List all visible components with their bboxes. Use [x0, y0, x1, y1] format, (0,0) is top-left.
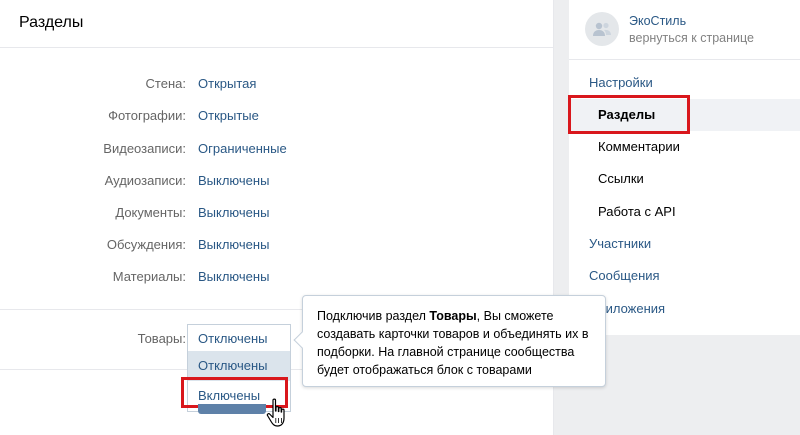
setting-value-photos[interactable]: Открытые — [198, 108, 259, 123]
highlight-box-sections — [568, 95, 690, 134]
setting-value-wall[interactable]: Открытая — [198, 76, 256, 91]
sidebar-item-links[interactable]: Ссылки — [569, 163, 800, 195]
goods-label: Товары: — [137, 331, 186, 346]
users-icon — [593, 22, 611, 36]
setting-label: Обсуждения: — [106, 237, 186, 252]
setting-row-audio: Аудиозаписи: Выключены — [0, 173, 554, 193]
sidebar-item-api[interactable]: Работа с API — [569, 196, 800, 228]
setting-label: Аудиозаписи: — [104, 173, 186, 188]
tooltip-text-bold: Товары — [429, 309, 477, 323]
group-name[interactable]: ЭкоСтиль — [629, 14, 686, 28]
setting-value-audio[interactable]: Выключены — [198, 173, 269, 188]
goods-select[interactable]: Отключены — [187, 324, 291, 352]
sidebar-item-messages[interactable]: Сообщения — [569, 260, 800, 292]
page-title: Разделы — [19, 14, 84, 31]
setting-value-discussions[interactable]: Выключены — [198, 237, 269, 252]
back-to-page-link[interactable]: вернуться к странице — [629, 31, 754, 45]
sidebar: ЭкоСтиль вернуться к странице Настройки … — [569, 0, 800, 335]
setting-label: Документы: — [115, 205, 186, 220]
save-button[interactable] — [198, 404, 266, 414]
setting-label: Фотографии: — [108, 108, 186, 123]
setting-row-photos: Фотографии: Открытые — [0, 108, 554, 128]
setting-row-wall: Стена: Открытая — [0, 76, 554, 96]
setting-label: Материалы: — [112, 269, 186, 284]
setting-row-discussions: Обсуждения: Выключены — [0, 237, 554, 257]
hand-cursor-icon — [266, 398, 285, 427]
group-card[interactable]: ЭкоСтиль вернуться к странице — [569, 0, 800, 60]
setting-row-videos: Видеозаписи: Ограниченные — [0, 141, 554, 161]
sidebar-item-members[interactable]: Участники — [569, 228, 800, 260]
group-avatar[interactable] — [585, 12, 619, 46]
sidebar-item-comments[interactable]: Комментарии — [569, 131, 800, 163]
setting-label: Стена: — [145, 76, 186, 91]
tooltip-text-before: Подключив раздел — [317, 309, 430, 323]
goods-tooltip: Подключив раздел Товары, Вы сможете созд… — [293, 295, 606, 387]
setting-row-documents: Документы: Выключены — [0, 205, 554, 225]
setting-value-videos[interactable]: Ограниченные — [198, 141, 287, 156]
setting-row-materials: Материалы: Выключены — [0, 269, 554, 289]
main-header: Разделы — [0, 0, 553, 48]
setting-value-materials[interactable]: Выключены — [198, 269, 269, 284]
setting-label: Видеозаписи: — [103, 141, 186, 156]
setting-value-documents[interactable]: Выключены — [198, 205, 269, 220]
